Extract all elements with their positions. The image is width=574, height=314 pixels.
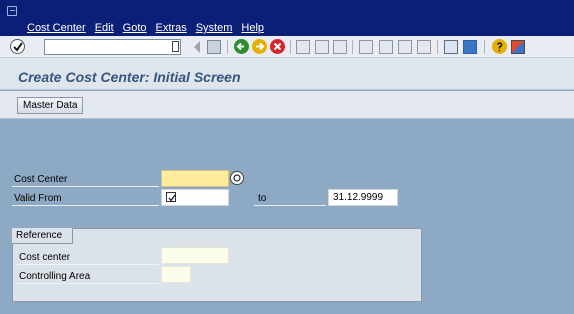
save-icon[interactable] — [207, 40, 221, 54]
system-menu-icon[interactable] — [7, 6, 17, 16]
customize-layout-icon[interactable] — [511, 40, 525, 54]
new-session-icon[interactable] — [444, 40, 458, 54]
exit-icon[interactable] — [252, 39, 267, 54]
back-icon[interactable] — [234, 39, 249, 54]
controlling-area-label: Controlling Area — [19, 271, 91, 282]
find-icon[interactable] — [315, 40, 329, 54]
page-title: Create Cost Center: Initial Screen — [18, 69, 241, 85]
valid-to-value: 31.12.9999 — [333, 192, 384, 203]
reference-group-tab: Reference — [12, 228, 74, 244]
menu-bar: Cost Center Edit Goto Extras System Help — [0, 0, 574, 36]
menu-item-system[interactable]: System — [196, 22, 233, 34]
controlling-area-input[interactable] — [161, 266, 191, 283]
valid-from-input[interactable] — [161, 189, 229, 206]
reference-cost-center-input[interactable] — [161, 247, 229, 264]
divider — [17, 264, 159, 265]
command-history-icon[interactable] — [172, 41, 179, 52]
valid-to-input[interactable]: 31.12.9999 — [328, 189, 398, 206]
last-page-icon[interactable] — [417, 40, 431, 54]
menu-item-edit[interactable]: Edit — [95, 22, 114, 34]
cost-center-input[interactable] — [161, 170, 229, 187]
help-icon[interactable] — [492, 39, 507, 54]
valid-from-label: Valid From — [14, 193, 62, 204]
divider — [17, 283, 159, 284]
command-field[interactable] — [44, 39, 181, 55]
menu-item-help[interactable]: Help — [241, 22, 264, 34]
standard-toolbar — [0, 36, 574, 58]
separator — [437, 40, 438, 54]
divider — [12, 205, 159, 206]
separator — [290, 40, 291, 54]
search-help-icon[interactable] — [230, 171, 244, 185]
print-icon[interactable] — [296, 40, 310, 54]
application-toolbar — [0, 91, 574, 119]
to-label: to — [258, 193, 267, 204]
separator — [227, 40, 228, 54]
divider — [12, 186, 159, 187]
menu-item-goto[interactable]: Goto — [123, 22, 147, 34]
menu-item-extras[interactable]: Extras — [156, 22, 187, 34]
divider — [254, 205, 326, 206]
reference-group — [12, 228, 422, 302]
title-bar: Create Cost Center: Initial Screen — [0, 58, 574, 90]
checkbox-icon — [166, 192, 176, 202]
previous-page-icon[interactable] — [379, 40, 393, 54]
cost-center-label: Cost Center — [14, 174, 68, 185]
next-page-icon[interactable] — [398, 40, 412, 54]
enter-icon[interactable] — [10, 39, 25, 54]
previous-icon[interactable] — [194, 41, 200, 53]
reference-group-title: Reference — [12, 228, 74, 244]
first-page-icon[interactable] — [359, 40, 373, 54]
cancel-icon[interactable] — [270, 39, 285, 54]
shortcut-icon[interactable] — [463, 40, 477, 54]
menu-item-cost-center[interactable]: Cost Center — [27, 22, 86, 34]
separator — [484, 40, 485, 54]
separator — [352, 40, 353, 54]
find-next-icon[interactable] — [333, 40, 347, 54]
menu: Cost Center Edit Goto Extras System Help — [27, 22, 264, 34]
reference-cost-center-label: Cost center — [19, 252, 71, 263]
master-data-button[interactable]: Master Data — [17, 97, 84, 114]
